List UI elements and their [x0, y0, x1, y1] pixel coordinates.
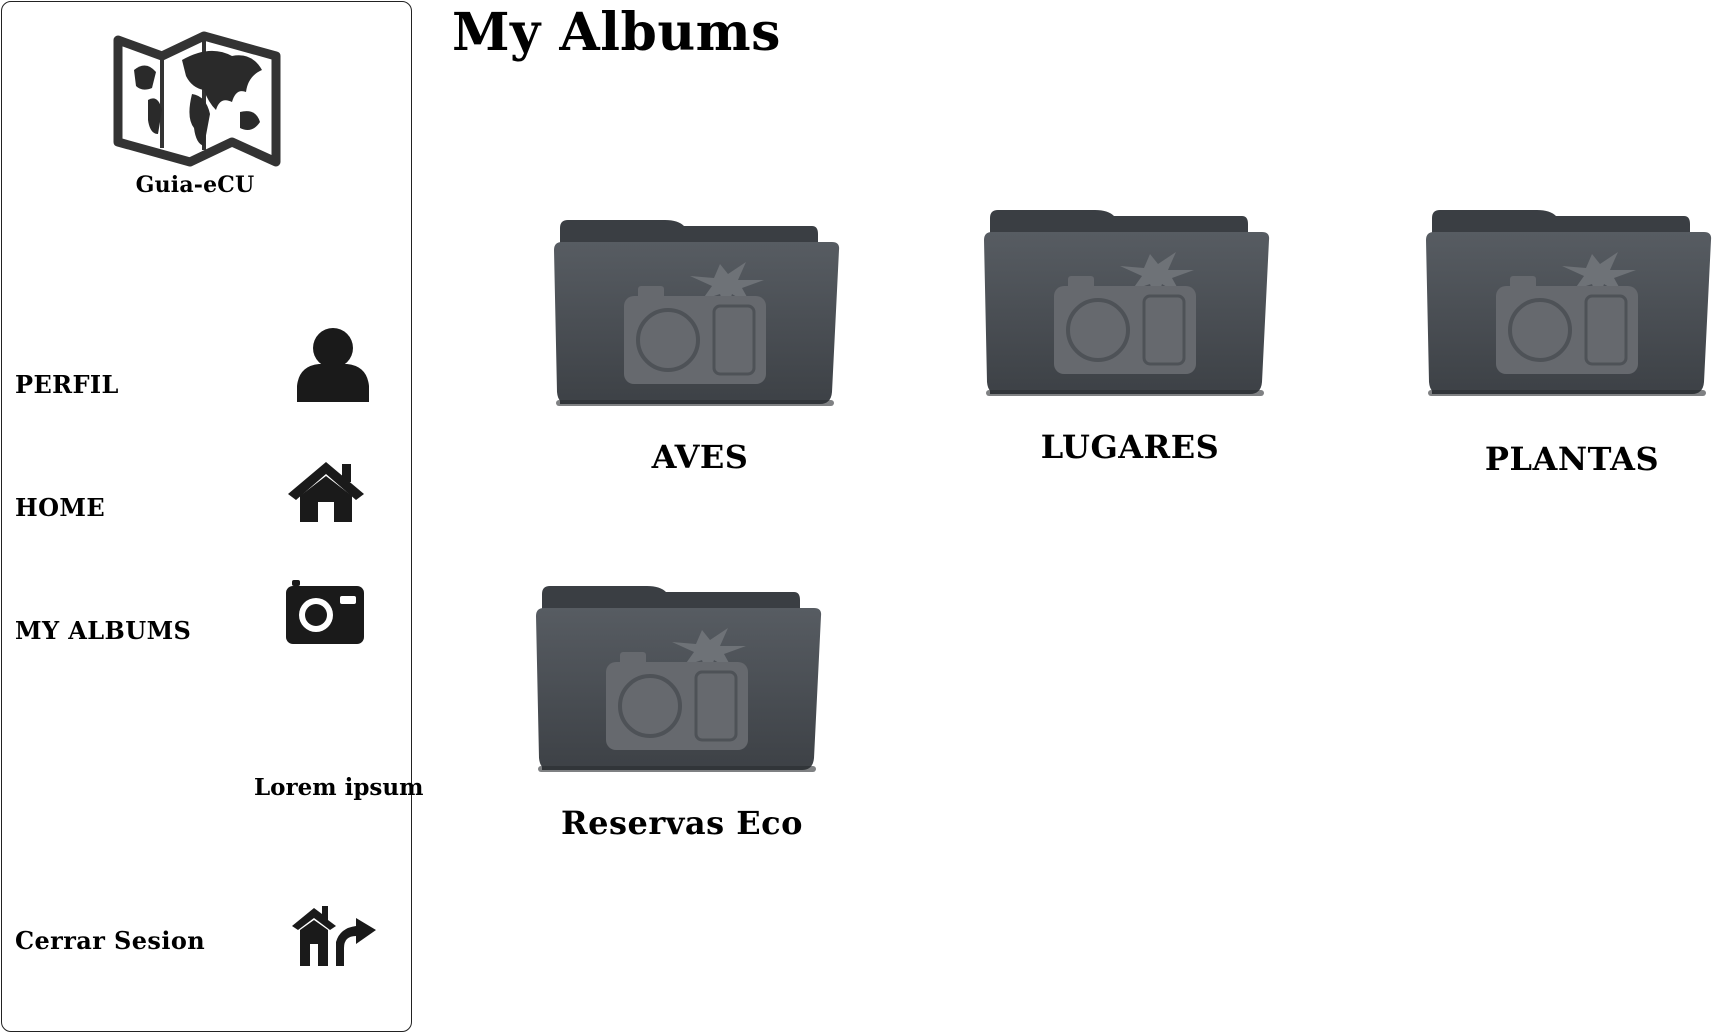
album-label: Reservas Eco — [561, 804, 803, 842]
album-label: AVES — [651, 438, 749, 476]
logout-house-arrow-icon[interactable] — [292, 904, 376, 970]
nav-item-home[interactable]: HOME — [15, 493, 105, 522]
world-map-icon[interactable] — [112, 30, 282, 172]
photo-folder-icon[interactable] — [980, 204, 1280, 404]
page-title: My Albums — [452, 2, 781, 63]
album-label: LUGARES — [1040, 428, 1220, 466]
album-plantas[interactable]: PLANTAS — [1422, 204, 1722, 478]
nav-item-my-albums[interactable]: MY ALBUMS — [15, 616, 191, 645]
user-icon[interactable] — [297, 326, 369, 406]
sidebar: Guia-eCU PERFIL HOME MY ALBUMS Lorem ips… — [1, 1, 423, 1032]
photo-folder-icon[interactable] — [550, 214, 850, 414]
photo-folder-icon[interactable] — [532, 580, 832, 780]
brand-name: Guia-eCU — [135, 172, 255, 198]
photo-folder-icon[interactable] — [1422, 204, 1722, 404]
camera-icon[interactable] — [286, 580, 364, 648]
album-label: PLANTAS — [1484, 440, 1660, 478]
placeholder-text: Lorem ipsum — [254, 774, 424, 801]
album-lugares[interactable]: LUGARES — [980, 204, 1280, 466]
album-reservas-eco[interactable]: Reservas Eco — [532, 580, 832, 842]
home-icon[interactable] — [286, 460, 366, 528]
logout-button[interactable]: Cerrar Sesion — [15, 926, 205, 955]
album-aves[interactable]: AVES — [550, 214, 850, 476]
nav-item-perfil[interactable]: PERFIL — [15, 370, 119, 399]
